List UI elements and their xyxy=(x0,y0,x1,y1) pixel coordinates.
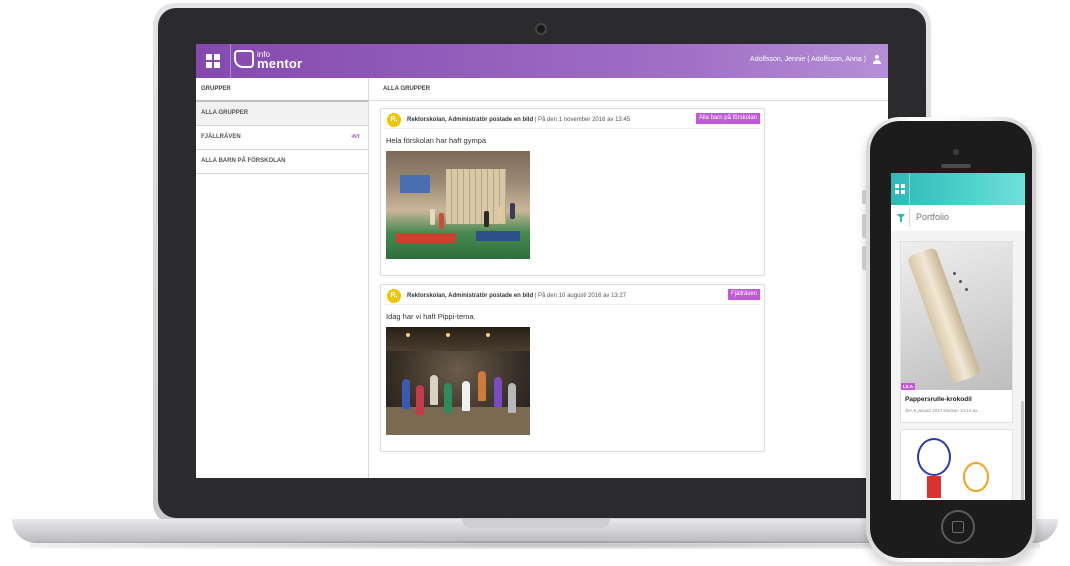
front-camera-icon xyxy=(953,149,959,155)
feed-post: R. Rektorskolan, Administratör postade e… xyxy=(380,284,765,452)
post-author[interactable]: Rektorskolan, Administratör postade en b… xyxy=(407,293,533,299)
sidebar-item-alla-grupper[interactable]: ALLA GRUPPER xyxy=(196,102,368,126)
user-name[interactable]: Adolfsson, Jennie ( Adolfsson, Anna ) xyxy=(750,56,866,63)
home-button[interactable] xyxy=(941,510,975,544)
mobile-user-name[interactable]: Adolfsson, Anna xyxy=(966,211,1013,218)
mobile-apps-menu-button[interactable] xyxy=(891,173,910,205)
portfolio-card[interactable]: LILA Pappersrulle-krokodil den 5 januari… xyxy=(900,241,1013,423)
grid-icon xyxy=(895,184,905,194)
camera-icon xyxy=(537,25,545,33)
infomentor-logo[interactable]: info mentor xyxy=(234,50,303,71)
home-square-icon xyxy=(952,521,964,533)
section-title: Portfolio xyxy=(916,212,950,222)
post-header: R. Rektorskolan, Administratör postade e… xyxy=(385,109,760,129)
card-image xyxy=(901,430,1012,500)
card-image: LILA xyxy=(901,242,1012,390)
sidebar-heading: GRUPPER xyxy=(196,78,368,102)
logo-mark-icon xyxy=(234,50,254,68)
post-text: Hela förskolan har haft gympa xyxy=(386,136,487,145)
volume-up-button xyxy=(862,214,866,238)
sidebar-item-label: FJÄLLRÄVEN xyxy=(201,134,241,140)
filter-icon[interactable] xyxy=(897,214,905,222)
avatar[interactable]: R. xyxy=(387,289,401,303)
new-badge: •NY xyxy=(351,134,360,140)
post-image[interactable] xyxy=(386,327,530,435)
group-tag[interactable]: Fjällräven xyxy=(727,289,760,300)
portfolio-card[interactable] xyxy=(900,429,1013,500)
user-icon[interactable] xyxy=(1016,211,1022,218)
post-header: R. Rektorskolan, Administratör postade e… xyxy=(385,285,760,305)
post-author[interactable]: Rektorskolan, Administratör postade en b… xyxy=(407,117,533,123)
mobile-top-bar xyxy=(891,173,1025,205)
card-subtitle: den 5 januari 2017 klockan 14:14 av... xyxy=(905,408,981,413)
earpiece xyxy=(941,164,971,168)
sidebar-item-label: ALLA BARN PÅ FÖRSKOLAN xyxy=(201,158,286,164)
user-icon[interactable] xyxy=(873,55,881,64)
logo-text-big: mentor xyxy=(257,56,303,71)
feed-main: ALLA GRUPPER ▲ R. Rektorskolan, Administ… xyxy=(369,78,888,478)
post-text: Idag har vi haft Pippi-tema. xyxy=(386,312,476,321)
portfolio-list: LILA Pappersrulle-krokodil den 5 januari… xyxy=(891,231,1025,500)
grid-icon xyxy=(206,54,220,68)
post-date: | På den 1 november 2016 av 13:45 xyxy=(534,117,631,123)
scrollbar[interactable] xyxy=(1021,401,1024,500)
feed-heading: ALLA GRUPPER xyxy=(369,78,888,101)
desktop-screen: info mentor Adolfsson, Jennie ( Adolfsso… xyxy=(196,44,888,478)
apps-menu-button[interactable] xyxy=(196,44,231,78)
post-image[interactable] xyxy=(386,151,530,259)
top-bar: info mentor Adolfsson, Jennie ( Adolfsso… xyxy=(196,44,888,78)
sidebar-item-fjallraven[interactable]: FJÄLLRÄVEN •NY xyxy=(196,126,368,150)
avatar[interactable]: R. xyxy=(387,113,401,127)
mute-switch xyxy=(862,190,866,204)
post-date: | På den 10 augusti 2016 av 13:27 xyxy=(534,293,627,299)
sidebar-item-label: ALLA GRUPPER xyxy=(201,110,249,116)
groups-sidebar: GRUPPER ALLA GRUPPER FJÄLLRÄVEN •NY ALLA… xyxy=(196,78,369,478)
card-title: Pappersrulle-krokodil xyxy=(905,396,972,403)
group-tag[interactable]: Alla barn på förskolan xyxy=(695,113,760,124)
sidebar-item-alla-barn[interactable]: ALLA BARN PÅ FÖRSKOLAN xyxy=(196,150,368,174)
volume-down-button xyxy=(862,246,866,270)
card-badge: LILA xyxy=(901,383,915,390)
laptop-notch xyxy=(462,519,610,528)
mobile-screen: Portfolio Adolfsson, Anna LILA Pappersru… xyxy=(891,173,1025,500)
feed-post: R. Rektorskolan, Administratör postade e… xyxy=(380,108,765,276)
